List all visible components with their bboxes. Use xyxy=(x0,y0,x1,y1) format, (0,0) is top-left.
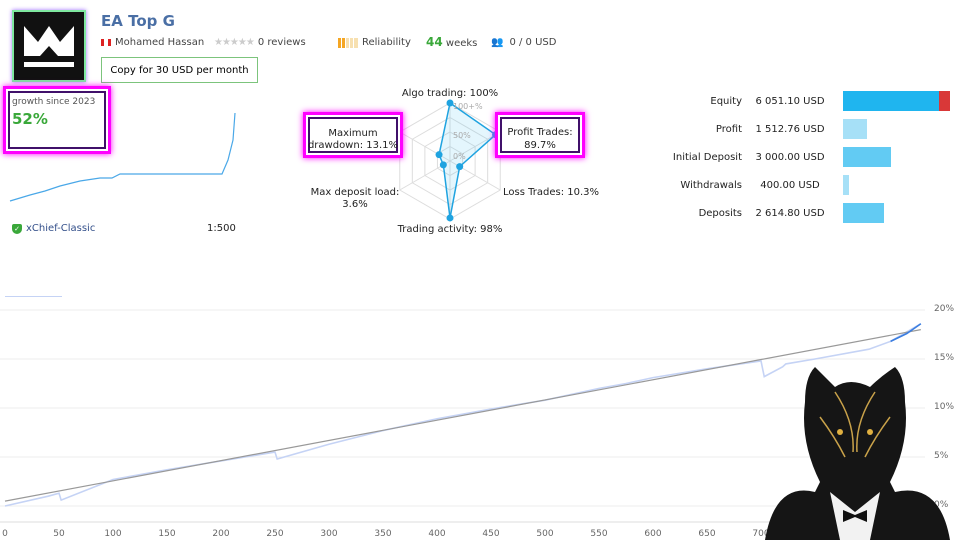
stat-value: 2 614.80 USD xyxy=(755,208,825,219)
radar-point xyxy=(456,163,464,171)
radar-ring-label: 50% xyxy=(453,131,471,140)
signal-title[interactable]: EA Top G xyxy=(101,12,175,30)
stat-value: 3 000.00 USD xyxy=(755,152,825,163)
radar-value-deposit-load: 3.6% xyxy=(342,199,368,210)
subscribers-icon: 👥 xyxy=(491,37,504,48)
x-tick: 650 xyxy=(698,529,716,539)
stat-label: Profit xyxy=(715,124,742,135)
stat-value: 1 512.76 USD xyxy=(755,124,825,135)
leverage: 1:500 xyxy=(207,223,236,234)
x-tick: 0 xyxy=(2,529,8,539)
stat-label: Equity xyxy=(710,96,742,107)
stat-bar xyxy=(843,203,885,223)
weeks-label: weeks xyxy=(445,38,478,49)
canada-flag-icon xyxy=(101,39,111,46)
radar-label-activity: Trading activity: 98% xyxy=(397,224,503,235)
author[interactable]: Mohamed Hassan xyxy=(101,37,204,48)
radar-ring-label: 0% xyxy=(453,152,466,161)
x-tick: 150 xyxy=(158,529,176,539)
star-rating-icon: ★★★★★ xyxy=(214,37,255,48)
radar-area xyxy=(438,101,497,219)
ea-logo xyxy=(12,10,86,82)
radar-label-deposit-load: Max deposit load: xyxy=(310,187,400,198)
radar-point xyxy=(439,161,447,169)
shield-check-icon: ✓ xyxy=(12,223,22,234)
reviews[interactable]: ★★★★★ 0 reviews xyxy=(214,37,306,48)
radar-point xyxy=(446,214,454,222)
x-tick: 300 xyxy=(320,529,338,539)
subscribers-value: 0 / 0 USD xyxy=(509,37,557,48)
weeks: 44 weeks xyxy=(426,35,477,49)
stat-bar xyxy=(843,119,867,139)
weeks-value: 44 xyxy=(426,35,443,49)
author-name: Mohamed Hassan xyxy=(115,37,205,48)
x-tick: 100 xyxy=(104,529,122,539)
radar-label-algo: Algo trading: 100% xyxy=(401,88,499,99)
stat-label: Initial Deposit xyxy=(672,152,742,163)
panther-mascot-image xyxy=(765,367,950,540)
server-link[interactable]: ✓ xChief-Classic xyxy=(12,223,95,234)
x-tick: 200 xyxy=(212,529,230,539)
radar-value-profit: 89.7% xyxy=(524,140,556,151)
equity-drawdown-bar xyxy=(939,91,950,111)
stat-bar xyxy=(843,175,850,195)
legend-swatch xyxy=(5,296,62,297)
radar-label-profit: Profit Trades: xyxy=(507,127,573,138)
reviews-count: 0 reviews xyxy=(257,37,306,48)
reliability-bars-icon xyxy=(338,37,358,48)
x-tick: 550 xyxy=(590,529,608,539)
radar-ring-label: 100+% xyxy=(453,102,483,111)
server-name: xChief-Classic xyxy=(26,223,96,234)
radar-point xyxy=(435,151,443,159)
stat-value: 400.00 USD xyxy=(760,180,820,191)
stat-label: Deposits xyxy=(698,208,742,219)
reliability: Reliability xyxy=(338,37,411,48)
x-tick: 50 xyxy=(53,529,65,539)
growth-mini-chart xyxy=(9,112,236,202)
x-tick: 400 xyxy=(428,529,446,539)
reliability-label: Reliability xyxy=(362,37,411,48)
y-tick: 20% xyxy=(934,304,955,314)
stat-bar xyxy=(843,147,891,167)
growth-line xyxy=(9,112,236,202)
copy-subscribe-button[interactable]: Copy for 30 USD per month xyxy=(101,57,258,83)
x-tick: 500 xyxy=(536,529,554,539)
radar-value-drawdown: drawdown: 13.1% xyxy=(307,140,399,151)
x-tick: 450 xyxy=(482,529,500,539)
stat-value: 6 051.10 USD xyxy=(755,96,825,107)
subscribers: 👥 0 / 0 USD xyxy=(491,37,556,48)
radar-label-drawdown: Maximum xyxy=(328,128,378,139)
x-tick: 250 xyxy=(266,529,284,539)
x-tick: 600 xyxy=(644,529,662,539)
stat-bar xyxy=(843,91,939,111)
radar-label-loss: Loss Trades: 10.3% xyxy=(503,187,600,198)
stat-label: Withdrawals xyxy=(680,180,742,191)
x-tick: 350 xyxy=(374,529,392,539)
